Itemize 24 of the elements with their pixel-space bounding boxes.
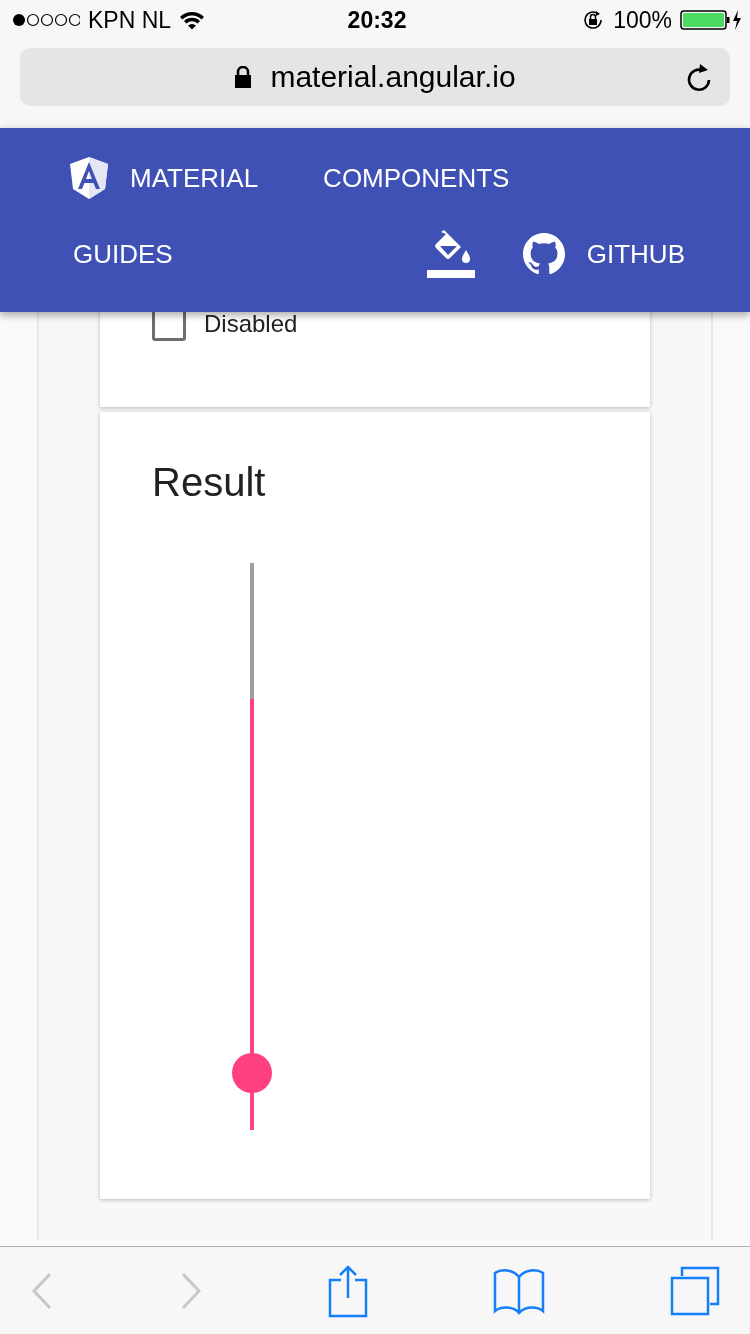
battery-percent: 100% bbox=[613, 6, 672, 34]
home-link[interactable]: MATERIAL bbox=[70, 140, 259, 216]
page-url: material.angular.io bbox=[270, 60, 516, 94]
github-link[interactable]: GITHUB bbox=[522, 216, 685, 292]
nav-link[interactable]: COMPONENTS bbox=[323, 140, 510, 216]
carrier-name: KPN NL bbox=[88, 6, 172, 34]
slider-track[interactable] bbox=[250, 563, 254, 1130]
card-title: Result bbox=[152, 460, 267, 505]
shield-logo-icon bbox=[70, 157, 108, 199]
address-field[interactable]: material.angular.io bbox=[20, 48, 730, 106]
clock-time: 20:32 bbox=[347, 6, 407, 33]
battery-icon bbox=[680, 9, 742, 31]
book-icon[interactable] bbox=[493, 1266, 545, 1315]
checkbox[interactable] bbox=[152, 312, 186, 341]
cat-logo-icon bbox=[522, 233, 565, 275]
checkbox-label: Disabled bbox=[204, 312, 298, 338]
wifi-icon bbox=[179, 10, 206, 30]
slider-thumb[interactable] bbox=[232, 1053, 272, 1094]
lock-icon bbox=[234, 66, 253, 88]
share-icon[interactable] bbox=[328, 1263, 368, 1318]
paint-bucket-icon[interactable] bbox=[426, 230, 475, 278]
signal-icon bbox=[12, 13, 80, 27]
tabs-icon[interactable] bbox=[670, 1265, 720, 1316]
nav-link[interactable]: GUIDES bbox=[73, 216, 173, 292]
